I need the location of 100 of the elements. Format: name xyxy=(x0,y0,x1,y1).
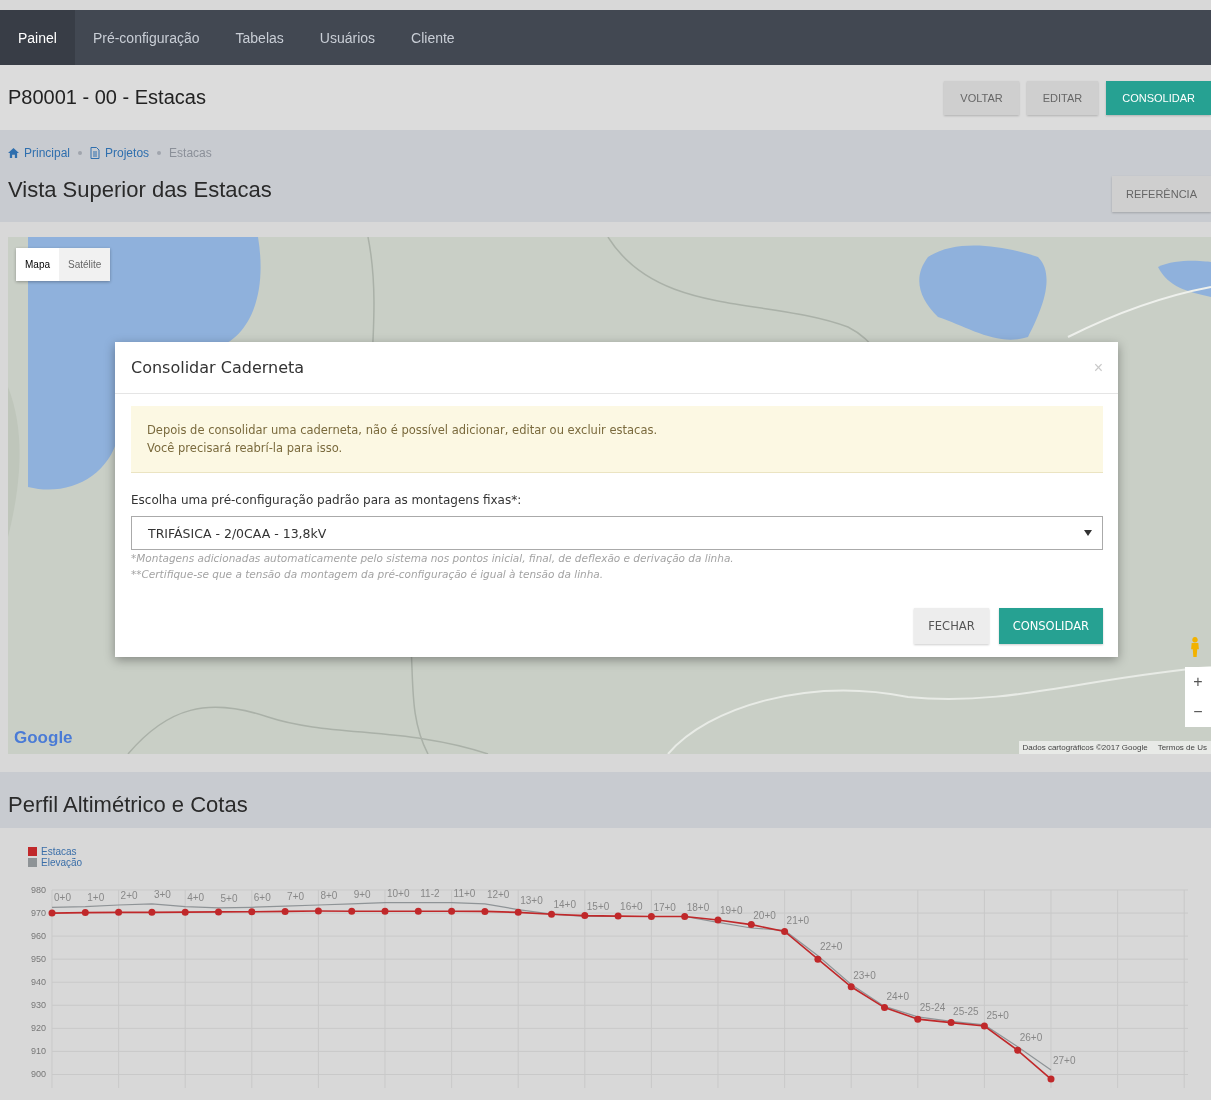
map-type-button[interactable]: Satélite xyxy=(59,248,111,281)
data-point xyxy=(781,928,789,935)
breadcrumb-item[interactable]: Principal xyxy=(24,146,71,160)
separator-dot xyxy=(157,151,162,155)
section-title: Vista Superior das Estacas xyxy=(8,177,272,203)
select-field[interactable]: TRIFÁSICA - 2/0CAA - 13,8kV xyxy=(131,516,1103,550)
data-point xyxy=(548,910,555,918)
point-label: 25-25 xyxy=(953,1006,979,1018)
point-label: 10+0 xyxy=(387,887,410,899)
data-point xyxy=(714,916,722,924)
section-title: Perfil Altimétrico e Cotas xyxy=(8,792,249,818)
alert-text: Você precisará reabrí-la para isso. xyxy=(147,440,344,457)
modal-button[interactable]: CONSOLIDAR xyxy=(998,608,1103,644)
point-label: 0+0 xyxy=(54,892,71,904)
nav-item[interactable]: Tabelas xyxy=(217,10,302,65)
data-point xyxy=(281,907,289,915)
point-label: 25+0 xyxy=(986,1009,1009,1021)
breadcrumb-item: Estacas xyxy=(169,146,212,160)
point-label: 20+0 xyxy=(753,909,776,921)
data-point xyxy=(381,907,389,915)
nav-item[interactable]: Painel xyxy=(0,10,75,65)
help-text: **Certifique-se que a tensão da montagem da pré-configuração é igual à tensão da linha. xyxy=(131,567,605,582)
data-point xyxy=(348,907,356,915)
map-attribution: Dados cartográficos ©2017 Google xyxy=(1022,743,1148,752)
axis-tick-label: 980 xyxy=(30,885,46,895)
point-label: 7+0 xyxy=(287,891,305,903)
data-point xyxy=(481,907,489,915)
modal-button[interactable]: FECHAR xyxy=(914,608,989,644)
header-button[interactable]: EDITAR xyxy=(1026,80,1099,115)
data-point xyxy=(314,907,322,915)
data-point xyxy=(1047,1075,1055,1083)
data-point xyxy=(81,909,89,917)
data-point xyxy=(1014,1046,1022,1054)
axis-tick-label: 970 xyxy=(30,908,46,919)
axis-tick-label: 920 xyxy=(30,1023,46,1034)
data-point xyxy=(48,909,56,917)
point-label: 22+0 xyxy=(819,940,843,952)
point-label: 23+0 xyxy=(853,969,876,981)
point-label: 26+0 xyxy=(1019,1031,1043,1043)
point-label: 4+0 xyxy=(187,891,205,903)
data-point xyxy=(181,908,189,916)
point-label: 21+0 xyxy=(786,915,810,927)
separator-dot xyxy=(78,151,83,155)
point-label: 11-2 xyxy=(420,887,440,899)
home-icon xyxy=(8,148,19,158)
document-icon xyxy=(90,147,101,159)
data-point xyxy=(681,913,689,920)
help-text: *Montagens adicionadas automaticamente pelo sistema nos pontos inicial, final, de deflexão e derivação da linha. xyxy=(131,551,735,566)
breadcrumb-item[interactable]: Projetos xyxy=(105,146,150,160)
caret-icon xyxy=(1084,530,1092,536)
data-point xyxy=(248,908,256,916)
point-label: 27+0 xyxy=(1053,1054,1076,1066)
point-label: 1+0 xyxy=(87,891,105,903)
map-logo: Google xyxy=(14,728,73,748)
data-point xyxy=(914,1015,922,1023)
data-point xyxy=(148,908,156,916)
nav-item[interactable]: Usuários xyxy=(301,10,394,65)
reference-button[interactable]: REFERÊNCIA xyxy=(1112,176,1211,212)
axis-tick-label: 960 xyxy=(30,931,46,942)
terms-link[interactable]: Termos de Us xyxy=(1157,743,1207,752)
data-point xyxy=(980,1022,988,1030)
modal-title: Consolidar Caderneta xyxy=(131,358,305,377)
data-point xyxy=(647,913,655,920)
point-label: 13+0 xyxy=(520,894,543,906)
axis-tick-label: 910 xyxy=(30,1046,46,1057)
page-title: P80001 - 00 - Estacas xyxy=(8,86,206,109)
axis-tick-label: 930 xyxy=(30,1000,46,1011)
data-point xyxy=(581,912,589,920)
point-label: 6+0 xyxy=(253,892,271,904)
data-point xyxy=(448,907,456,915)
nav-item[interactable]: Pré-configuração xyxy=(74,10,218,65)
data-point xyxy=(614,912,622,920)
alert-text: Depois de consolidar uma caderneta, não é possível adicionar, editar ou excluir estacas. xyxy=(147,422,659,439)
person-icon xyxy=(1189,637,1201,657)
axis-tick-label: 900 xyxy=(30,1069,46,1080)
axis-tick-label: 940 xyxy=(30,977,46,988)
data-point xyxy=(747,921,755,929)
data-point xyxy=(514,908,522,916)
header-button[interactable]: VOLTAR xyxy=(944,80,1019,115)
point-label: 14+0 xyxy=(553,899,577,911)
point-label: 11+0 xyxy=(453,887,476,899)
point-label: 5+0 xyxy=(220,892,238,904)
data-point xyxy=(847,983,855,991)
data-point xyxy=(947,1019,955,1027)
data-point xyxy=(115,908,123,916)
data-point xyxy=(881,1004,888,1012)
legend-label: Estacas xyxy=(41,846,77,857)
axis-tick-label: 950 xyxy=(30,954,46,965)
nav-item[interactable]: Cliente xyxy=(393,10,473,65)
point-label: 8+0 xyxy=(320,890,338,901)
point-label: 17+0 xyxy=(653,901,676,913)
point-label: 16+0 xyxy=(620,901,643,913)
data-point xyxy=(814,955,822,963)
header-button[interactable]: CONSOLIDAR xyxy=(1106,80,1211,115)
point-label: 18+0 xyxy=(686,901,710,913)
point-label: 25-24 xyxy=(919,1001,946,1013)
map-type-button[interactable]: Mapa xyxy=(16,248,59,281)
point-label: 2+0 xyxy=(120,890,138,901)
point-label: 9+0 xyxy=(353,888,371,900)
point-label: 15+0 xyxy=(586,900,610,912)
